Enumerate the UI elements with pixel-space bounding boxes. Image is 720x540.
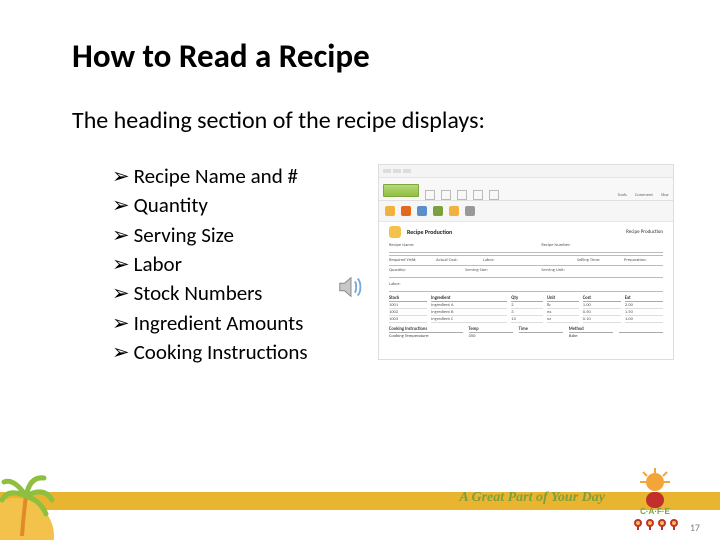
footer-accent-bar (0, 492, 720, 510)
slide-title: How to Read a Recipe (72, 36, 370, 76)
tab-comment[interactable]: Comment (635, 193, 653, 198)
list-item-label: Quantity (134, 192, 208, 218)
bullet-icon: ➢ (112, 253, 130, 276)
ingredients-table: Stock Ingredient Qty Unit Cost Ext 1001 … (389, 296, 663, 323)
list-item: ➢Labor (112, 250, 308, 279)
svg-text:C·A·F·E: C·A·F·E (640, 507, 670, 516)
icon-4[interactable] (433, 206, 443, 216)
icon-5[interactable] (449, 206, 459, 216)
list-item: ➢Quantity (112, 191, 308, 220)
icon-1[interactable] (385, 206, 395, 216)
footer-tagline: A Great Part of Your Day (459, 490, 605, 506)
recipe-name-row: Recipe Name: Recipe Number: (389, 241, 663, 250)
list-item: ➢Serving Size (112, 221, 308, 250)
icon-6[interactable] (465, 206, 475, 216)
slide: How to Read a Recipe The heading section… (0, 0, 720, 540)
page-number: 17 (690, 521, 700, 534)
app-ribbon: Tools Comment Shar (379, 178, 673, 201)
app-toolbar (379, 201, 673, 222)
list-item-label: Stock Numbers (134, 280, 263, 306)
list-item-label: Serving Size (134, 222, 234, 248)
doc-heading: Recipe Production (407, 228, 452, 236)
list-item-label: Ingredient Amounts (134, 310, 304, 336)
qty-row: Quantity: Serving Size: Serving Unit: (389, 266, 663, 275)
bullet-icon: ➢ (112, 282, 130, 305)
doc-logo-icon (389, 226, 401, 238)
labor-row: Labor: (389, 280, 663, 289)
list-item-label: Labor (134, 251, 182, 277)
cafe-logo-icon: C·A·F·E (620, 468, 690, 530)
palm-tree-icon (0, 470, 70, 540)
bullet-icon: ➢ (112, 341, 130, 364)
list-item: ➢Cooking Instructions (112, 338, 308, 367)
document-page: Recipe Production Recipe Production Reci… (379, 222, 673, 345)
list-item: ➢Ingredient Amounts (112, 309, 308, 338)
slide-subhead: The heading section of the recipe displa… (72, 106, 485, 135)
doc-heading-right: Recipe Production (626, 229, 663, 235)
bullet-icon: ➢ (112, 312, 130, 335)
icon-2[interactable] (401, 206, 411, 216)
bullet-icon: ➢ (112, 224, 130, 247)
window-titlebar (379, 165, 673, 178)
list-item-label: Recipe Name and # (134, 163, 298, 189)
create-button[interactable] (383, 184, 419, 197)
yield-row: Required Yield: Actual Cost: Labor: Sell… (389, 255, 663, 266)
list-item: ➢Recipe Name and # (112, 162, 308, 191)
speaker-icon (336, 272, 366, 302)
cooking-section: Cooking Instructions Temp Time Method Co… (389, 327, 663, 339)
bullet-list: ➢Recipe Name and # ➢Quantity ➢Serving Si… (112, 162, 308, 367)
bullet-icon: ➢ (112, 194, 130, 217)
bullet-icon: ➢ (112, 165, 130, 188)
list-item: ➢Stock Numbers (112, 279, 308, 308)
tab-tools[interactable]: Tools (617, 193, 626, 198)
list-item-label: Cooking Instructions (134, 339, 308, 365)
tab-share[interactable]: Shar (661, 193, 669, 198)
icon-3[interactable] (417, 206, 427, 216)
recipe-pdf-screenshot: Tools Comment Shar Recipe Production Rec… (378, 164, 674, 360)
